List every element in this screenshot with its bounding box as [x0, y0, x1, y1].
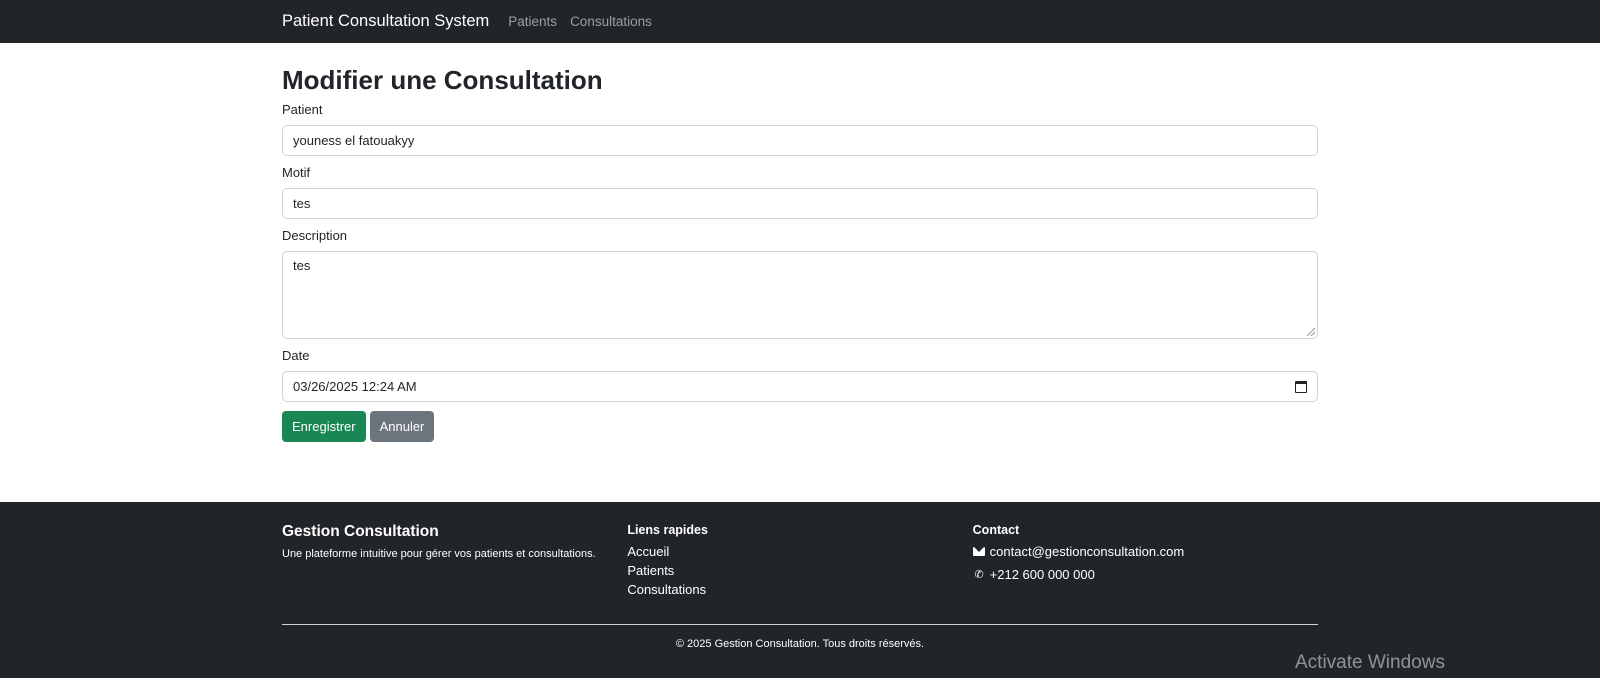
save-button[interactable]: Enregistrer: [282, 411, 366, 443]
footer-contact: Contact contact@gestionconsultation.com …: [973, 523, 1318, 601]
description-group: Description tes: [282, 228, 1318, 340]
resize-grip-icon[interactable]: [1307, 328, 1315, 337]
motif-group: Motif tes: [282, 165, 1318, 220]
motif-value: tes: [293, 196, 311, 212]
contact-email-text: contact@gestionconsultation.com: [989, 544, 1185, 559]
main-content: Modifier une Consultation Patient younes…: [0, 43, 1600, 502]
motif-input[interactable]: tes: [282, 188, 1318, 220]
footer-link-accueil[interactable]: Accueil: [627, 544, 972, 559]
calendar-icon[interactable]: [1295, 380, 1307, 393]
date-value: 03/26/2025 12:24 AM: [293, 379, 417, 395]
footer-quick-links: Liens rapides Accueil Patients Consultat…: [627, 523, 972, 601]
description-value: tes: [293, 258, 311, 274]
patient-select[interactable]: youness el fatouakyy: [282, 125, 1318, 157]
phone-icon: ✆: [974, 569, 984, 581]
footer-title: Gestion Consultation: [282, 523, 439, 540]
contact-email: contact@gestionconsultation.com: [973, 544, 1318, 559]
date-label: Date: [282, 348, 310, 364]
contact-phone-text: +212 600 000 000: [989, 567, 1095, 582]
patient-label: Patient: [282, 102, 323, 118]
date-group: Date 03/26/2025 12:24 AM: [282, 348, 1318, 403]
footer-link-patients[interactable]: Patients: [627, 563, 972, 578]
contact-heading: Contact: [972, 523, 1020, 537]
envelope-icon: [973, 547, 986, 556]
nav-link-consultations[interactable]: Consultations: [570, 14, 652, 29]
page-title: Modifier une Consultation: [282, 65, 603, 95]
top-navbar: Patient Consultation System Patients Con…: [0, 0, 1600, 43]
activate-windows-watermark: Activate Windows: [1295, 652, 1445, 673]
date-input[interactable]: 03/26/2025 12:24 AM: [282, 371, 1318, 403]
description-label: Description: [282, 228, 348, 244]
patient-value: youness el fatouakyy: [293, 133, 415, 149]
nav-link-patients[interactable]: Patients: [508, 14, 557, 29]
cancel-button[interactable]: Annuler: [369, 411, 435, 443]
copyright: © 2025 Gestion Consultation. Tous droits…: [675, 638, 925, 650]
footer-description: Une plateforme intuitive pour gérer vos …: [282, 548, 596, 560]
description-textarea[interactable]: tes: [282, 251, 1318, 340]
form-actions: Enregistrer Annuler: [282, 411, 1318, 443]
navbar-brand[interactable]: Patient Consultation System: [282, 12, 489, 31]
motif-label: Motif: [282, 165, 311, 181]
quick-links-heading: Liens rapides: [627, 523, 708, 537]
contact-phone: ✆ +212 600 000 000: [973, 567, 1318, 582]
footer-about: Gestion Consultation Une plateforme intu…: [282, 523, 627, 601]
footer-divider: [282, 624, 1318, 625]
patient-group: Patient youness el fatouakyy: [282, 102, 1318, 157]
footer-link-consultations[interactable]: Consultations: [627, 582, 972, 597]
